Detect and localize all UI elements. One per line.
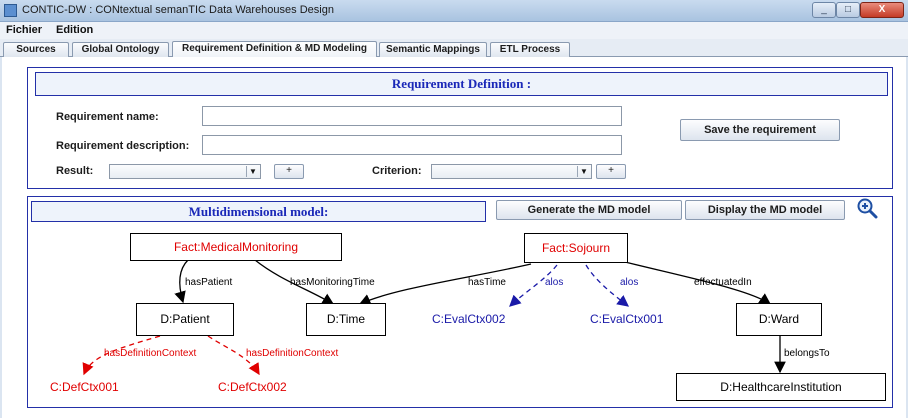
node-ctx-defctx001[interactable]: C:DefCtx001 [50,380,119,394]
node-dim-ward[interactable]: D:Ward [736,303,822,336]
edge-label-belongs-to: belongsTo [784,348,830,359]
edge-label-has-patient: hasPatient [185,277,233,288]
edge-label-has-def-ctx-2: hasDefinitionContext [246,348,339,359]
edge-label-alos-2: alos [620,277,639,288]
edge-label-has-monitoring-time: hasMonitoringTime [290,277,375,288]
node-dim-healthcare-institution[interactable]: D:HealthcareInstitution [676,373,886,401]
node-ctx-evalctx002[interactable]: C:EvalCtx002 [432,312,505,326]
edge-label-alos-1: alos [545,277,564,288]
node-ctx-defctx002[interactable]: C:DefCtx002 [218,380,287,394]
edge-label-has-time: hasTime [468,277,506,288]
node-fact-sojourn[interactable]: Fact:Sojourn [524,233,628,263]
node-fact-medical-monitoring[interactable]: Fact:MedicalMonitoring [130,233,342,261]
edge-label-has-def-ctx-1: hasDefinitionContext [104,348,197,359]
node-dim-patient[interactable]: D:Patient [136,303,234,336]
node-ctx-evalctx001[interactable]: C:EvalCtx001 [590,312,663,326]
edge-label-effectuated-in: effectuatedIn [694,277,752,288]
node-dim-time[interactable]: D:Time [306,303,386,336]
